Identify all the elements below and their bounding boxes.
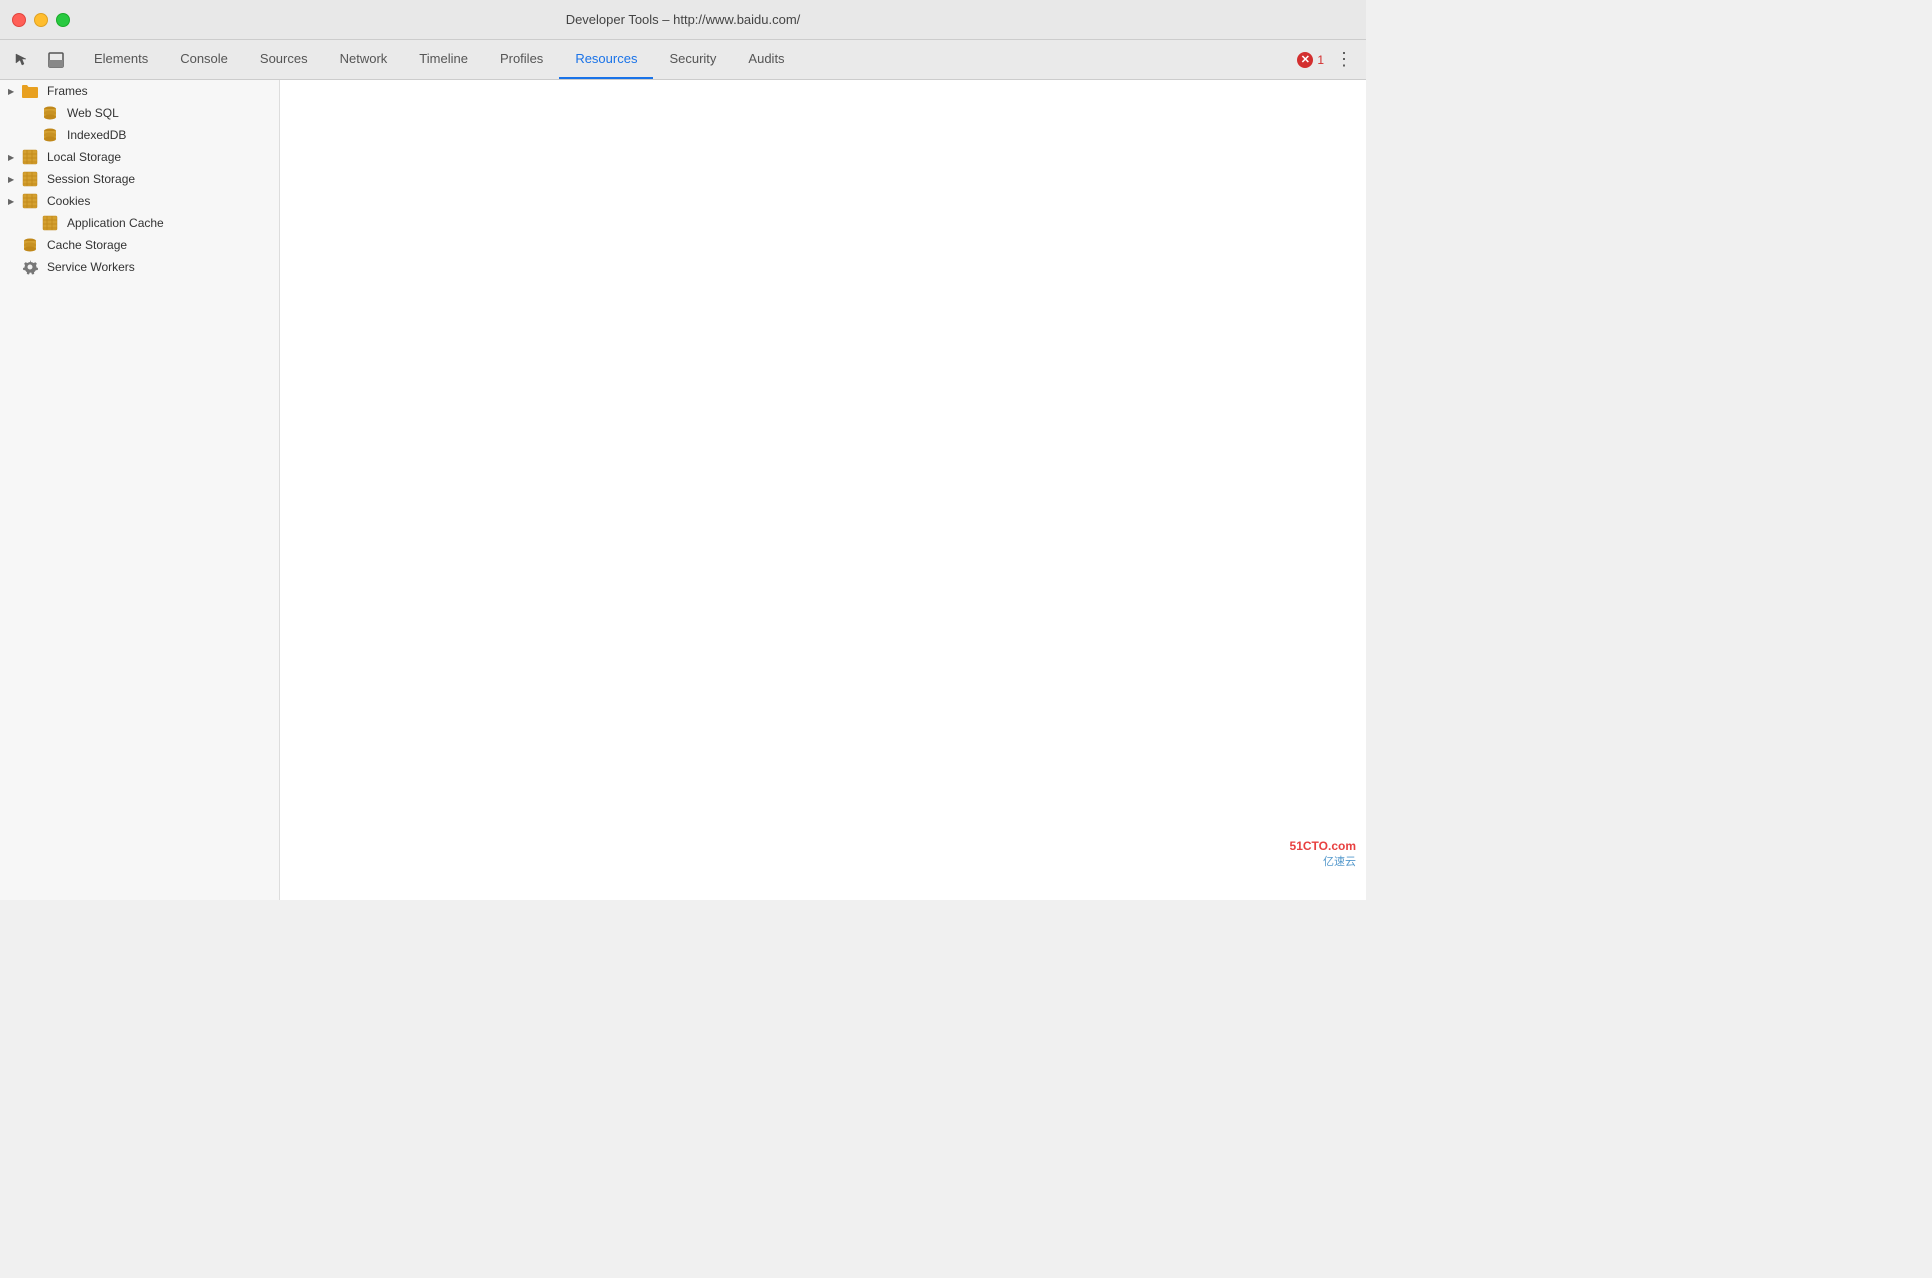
item-label-cache-storage: Cache Storage [47,238,127,252]
error-icon: ✕ [1297,52,1313,68]
watermark: 51CTO.com 亿速云 [1290,838,1356,870]
minimize-button[interactable] [34,13,48,27]
item-label-service-workers: Service Workers [47,260,135,274]
sidebar-item-frames[interactable]: ▶ Frames [0,80,279,102]
watermark-sub: 亿速云 [1290,855,1356,870]
sidebar-item-session-storage[interactable]: ▶ Session Storage [0,168,279,190]
watermark-logo: 51CTO.com [1290,838,1356,855]
error-count: 1 [1317,53,1324,67]
inspect-icon[interactable] [8,46,36,74]
expand-arrow: ▶ [8,153,18,162]
item-label-local-storage: Local Storage [47,150,121,164]
content-panel: 51CTO.com 亿速云 [280,80,1366,900]
item-icon-service-workers [22,259,40,275]
title-bar: Developer Tools – http://www.baidu.com/ [0,0,1366,40]
tab-timeline[interactable]: Timeline [403,40,484,79]
tab-profiles[interactable]: Profiles [484,40,559,79]
traffic-lights [12,13,70,27]
item-icon-indexeddb [42,127,60,143]
toolbar: ElementsConsoleSourcesNetworkTimelinePro… [0,40,1366,80]
expand-arrow: ▶ [8,175,18,184]
item-label-frames: Frames [47,84,88,98]
sidebar-item-cache-storage[interactable]: Cache Storage [0,234,279,256]
sidebar-item-cookies[interactable]: ▶ Cookies [0,190,279,212]
close-button[interactable] [12,13,26,27]
expand-arrow: ▶ [8,197,18,206]
maximize-button[interactable] [56,13,70,27]
expand-arrow: ▶ [8,87,18,96]
item-icon-local-storage [22,149,40,165]
item-icon-application-cache [42,215,60,231]
item-icon-frames [22,83,40,99]
toolbar-left [0,40,78,79]
tab-bar: ElementsConsoleSourcesNetworkTimelinePro… [78,40,1289,79]
sidebar-item-indexeddb[interactable]: IndexedDB [0,124,279,146]
item-icon-cache-storage [22,237,40,253]
item-label-indexeddb: IndexedDB [67,128,126,142]
tab-sources[interactable]: Sources [244,40,324,79]
sidebar: ▶ Frames Web SQL IndexedDB ▶ Local Storag… [0,80,280,900]
tab-audits[interactable]: Audits [732,40,800,79]
sidebar-item-web-sql[interactable]: Web SQL [0,102,279,124]
tab-resources[interactable]: Resources [559,40,653,79]
tab-elements[interactable]: Elements [78,40,164,79]
window-title: Developer Tools – http://www.baidu.com/ [566,12,801,27]
item-label-web-sql: Web SQL [67,106,119,120]
toolbar-right: ✕ 1 ⋮ [1289,40,1366,79]
tab-console[interactable]: Console [164,40,244,79]
dock-icon[interactable] [42,46,70,74]
main-area: ▶ Frames Web SQL IndexedDB ▶ Local Storag… [0,80,1366,900]
sidebar-item-service-workers[interactable]: Service Workers [0,256,279,278]
item-label-session-storage: Session Storage [47,172,135,186]
item-label-application-cache: Application Cache [67,216,164,230]
error-badge[interactable]: ✕ 1 [1297,52,1324,68]
sidebar-item-application-cache[interactable]: Application Cache [0,212,279,234]
more-options-icon[interactable]: ⋮ [1330,46,1358,74]
sidebar-item-local-storage[interactable]: ▶ Local Storage [0,146,279,168]
item-icon-session-storage [22,171,40,187]
item-icon-cookies [22,193,40,209]
tab-security[interactable]: Security [653,40,732,79]
item-icon-web-sql [42,105,60,121]
tab-network[interactable]: Network [324,40,404,79]
item-label-cookies: Cookies [47,194,90,208]
